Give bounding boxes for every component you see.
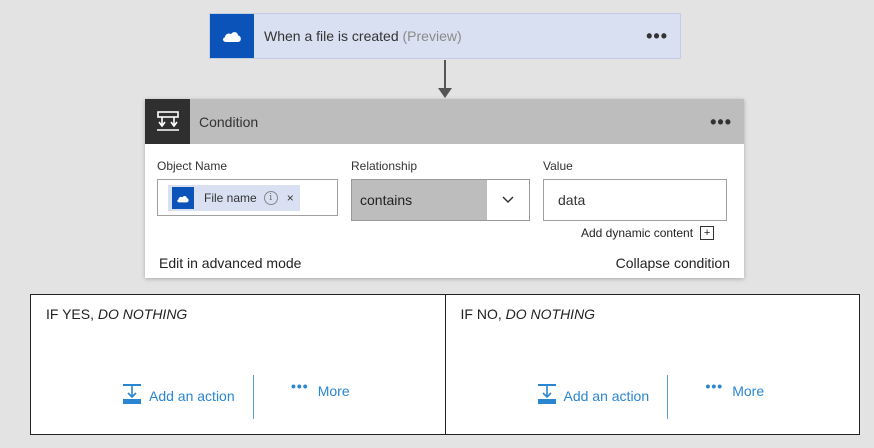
onedrive-cloud-icon xyxy=(172,185,194,211)
yes-add-action-button[interactable]: Add an action xyxy=(121,383,235,408)
preview-tag: (Preview) xyxy=(402,28,462,44)
onedrive-cloud-icon xyxy=(210,14,254,58)
no-add-action-label: Add an action xyxy=(563,387,650,404)
info-icon[interactable]: i xyxy=(263,191,278,205)
yes-more-label: More xyxy=(317,383,350,399)
no-title-italic: DO NOTHING xyxy=(505,306,596,322)
no-title-prefix: IF NO, xyxy=(460,306,506,322)
file-name-token[interactable]: File name i × xyxy=(168,185,300,211)
yes-title-prefix: IF YES, xyxy=(46,306,98,322)
add-action-icon xyxy=(121,383,143,408)
no-divider xyxy=(666,375,668,419)
object-name-field[interactable]: File name i × xyxy=(157,179,338,216)
no-more-label: More xyxy=(732,383,765,399)
yes-divider xyxy=(253,375,254,419)
connector-line xyxy=(444,60,446,90)
more-dots-icon: ••• xyxy=(705,378,724,394)
edit-advanced-mode-link[interactable]: Edit in advanced mode xyxy=(159,255,301,271)
condition-branches: IF YES, DO NOTHING Add an action ••• Mor… xyxy=(30,294,860,435)
no-more-button[interactable]: ••• More xyxy=(706,378,765,399)
yes-title-italic: DO NOTHING xyxy=(97,306,188,322)
no-add-action-button[interactable]: Add an action xyxy=(536,383,650,408)
condition-card: Condition ••• Object Name Relationship V… xyxy=(145,99,744,278)
object-name-label: Object Name xyxy=(157,159,228,173)
relationship-dropdown[interactable]: contains xyxy=(351,179,530,221)
condition-menu-button[interactable]: ••• xyxy=(710,113,732,131)
add-dynamic-content-label: Add dynamic content xyxy=(581,226,694,240)
condition-header[interactable]: Condition ••• xyxy=(145,99,744,144)
trigger-menu-button[interactable]: ••• xyxy=(646,27,668,45)
yes-branch-title: IF YES, DO NOTHING xyxy=(46,306,187,322)
trigger-title: When a file is created (Preview) xyxy=(264,28,462,44)
add-dynamic-content-link[interactable]: Add dynamic content + xyxy=(581,226,715,240)
condition-icon xyxy=(145,99,190,144)
yes-add-action-label: Add an action xyxy=(149,387,235,404)
token-label: File name xyxy=(204,191,257,205)
trigger-title-text: When a file is created xyxy=(264,28,399,44)
relationship-value: contains xyxy=(360,192,413,208)
trigger-card[interactable]: When a file is created (Preview) ••• xyxy=(209,13,681,59)
relationship-label: Relationship xyxy=(351,159,418,173)
chevron-down-icon[interactable] xyxy=(487,180,529,220)
yes-more-button[interactable]: ••• More xyxy=(291,378,350,399)
more-dots-icon: ••• xyxy=(291,378,309,394)
value-label: Value xyxy=(543,159,573,173)
add-action-icon xyxy=(536,383,558,408)
remove-token-icon[interactable]: × xyxy=(287,191,294,205)
arrow-down-icon xyxy=(438,88,452,98)
value-input[interactable]: data xyxy=(543,179,727,221)
plus-icon: + xyxy=(700,226,715,240)
no-branch: IF NO, DO NOTHING Add an action ••• More xyxy=(444,295,860,434)
no-branch-title: IF NO, DO NOTHING xyxy=(461,306,596,322)
yes-branch: IF YES, DO NOTHING Add an action ••• Mor… xyxy=(31,295,445,434)
condition-title: Condition xyxy=(199,113,259,130)
collapse-condition-link[interactable]: Collapse condition xyxy=(616,255,730,271)
